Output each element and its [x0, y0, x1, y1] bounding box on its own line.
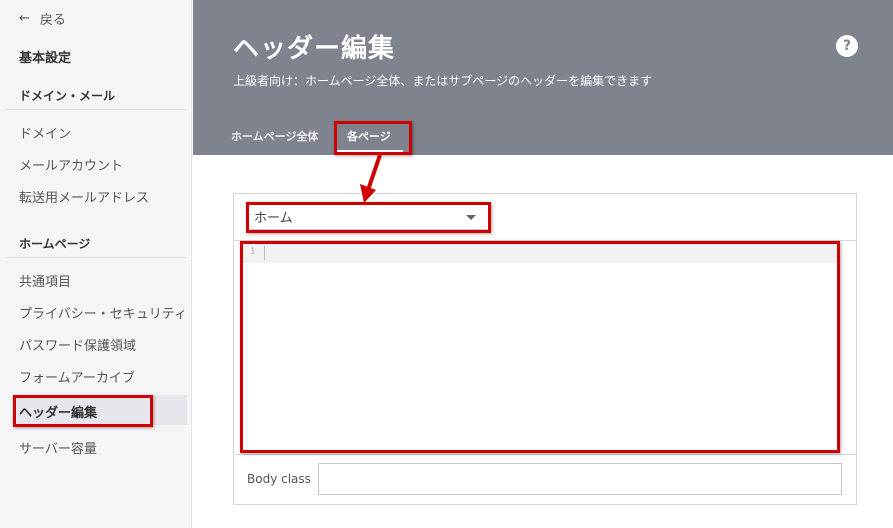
section-title: 基本設定: [19, 51, 72, 66]
back-label: 戻る: [39, 13, 66, 28]
group-title-homepage: ホームページ: [19, 237, 91, 251]
group-title-domain-mail: ドメイン・メール: [19, 89, 116, 103]
back-link[interactable]: ← 戻る: [19, 9, 66, 28]
sidebar-item-domain[interactable]: ドメイン: [19, 123, 71, 142]
page-title: ヘッダー編集: [233, 34, 396, 64]
annotation-box-select: [246, 202, 491, 233]
divider: [6, 257, 186, 258]
body-class-input[interactable]: [318, 463, 842, 495]
sidebar-item-server-capacity[interactable]: サーバー容量: [19, 438, 97, 457]
annotation-box-editor: [240, 241, 840, 453]
divider: [234, 454, 856, 455]
sidebar-item-form-archive[interactable]: フォームアーカイブ: [19, 367, 135, 386]
tab-homepage-all[interactable]: ホームページ全体: [231, 128, 318, 144]
annotation-box-tab: [334, 121, 412, 155]
sidebar: ← 戻る 基本設定 ドメイン・メール ドメイン メールアカウント 転送用メールア…: [0, 0, 192, 528]
sidebar-item-privacy-security[interactable]: プライバシー・セキュリティ: [19, 303, 187, 322]
divider: [6, 109, 186, 110]
body-class-label: Body class: [247, 472, 311, 486]
page-subtitle: 上級者向け：ホームページ全体、またはサブページのヘッダーを編集できます: [233, 74, 653, 88]
question-icon[interactable]: ?: [836, 35, 858, 57]
sidebar-item-mail-account[interactable]: メールアカウント: [19, 155, 123, 174]
sidebar-item-password-area[interactable]: パスワード保護領域: [19, 335, 136, 354]
annotation-box-sidebar: [13, 395, 153, 427]
left-arrow-icon: ←: [19, 11, 30, 26]
page-header: ヘッダー編集 上級者向け：ホームページ全体、またはサブページのヘッダーを編集でき…: [193, 0, 893, 155]
sidebar-item-forward-address[interactable]: 転送用メールアドレス: [19, 187, 149, 206]
sidebar-item-common[interactable]: 共通項目: [19, 271, 71, 290]
